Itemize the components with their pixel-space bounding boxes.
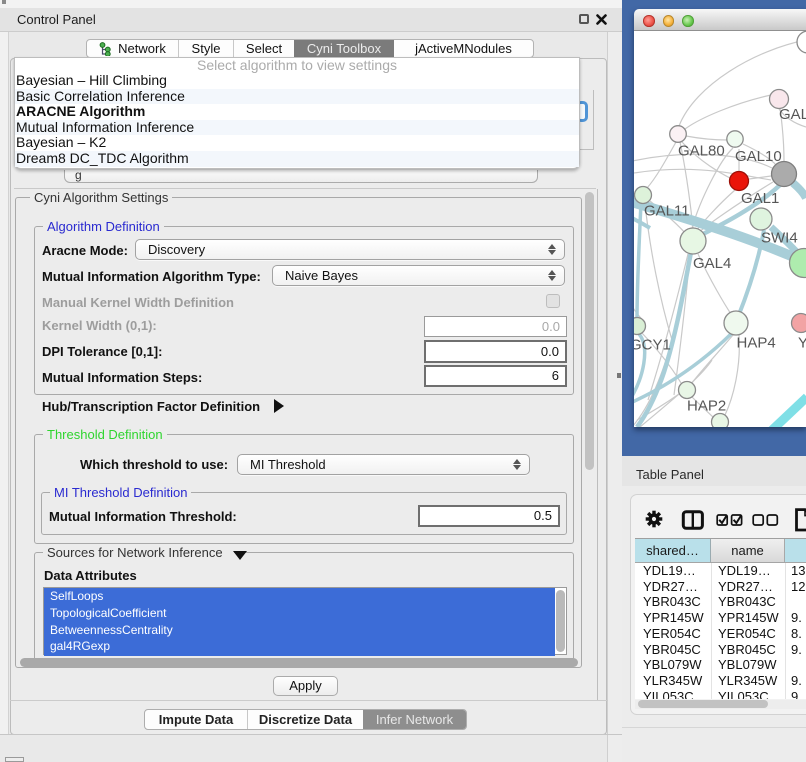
svg-text:GCY1: GCY1 xyxy=(634,337,671,354)
svg-text:GAL11: GAL11 xyxy=(644,203,690,220)
svg-text:GAL4: GAL4 xyxy=(693,255,731,272)
svg-text:HAP4: HAP4 xyxy=(737,335,776,352)
svg-text:HAP2: HAP2 xyxy=(687,398,726,415)
svg-text:GAL10: GAL10 xyxy=(735,148,782,165)
svg-text:YJ: YJ xyxy=(798,335,806,352)
svg-text:SWI4: SWI4 xyxy=(761,230,798,247)
svg-text:GAL1: GAL1 xyxy=(741,190,779,207)
svg-text:GAL80: GAL80 xyxy=(678,143,725,160)
svg-text:GAL7: GAL7 xyxy=(779,106,806,123)
